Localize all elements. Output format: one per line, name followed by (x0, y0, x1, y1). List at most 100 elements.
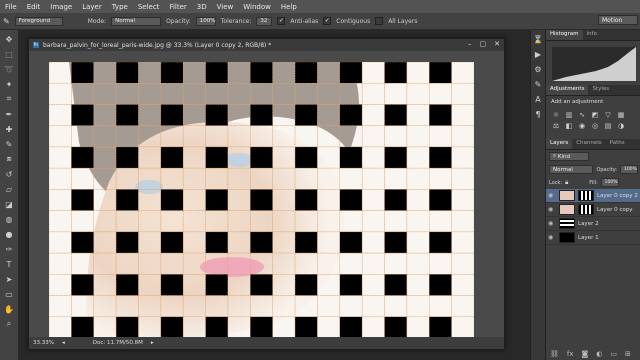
tolerance-input[interactable]: 32 (256, 16, 273, 26)
photo-filter-icon[interactable]: ◉ (577, 122, 587, 130)
menu-item[interactable]: Layer (77, 3, 107, 11)
lasso-tool-icon[interactable]: ➰ (3, 63, 15, 75)
dodge-tool-icon[interactable]: ● (3, 228, 15, 240)
pen-tool-icon[interactable]: ✑ (3, 243, 15, 255)
layer-row[interactable]: ◉ Layer 2 (546, 217, 640, 231)
antialias-checkbox[interactable]: ✓ (277, 17, 286, 25)
add-mask-icon[interactable]: ◙ (582, 350, 589, 358)
paragraph-panel-icon[interactable]: ¶ (532, 108, 544, 120)
minimize-icon[interactable]: – (468, 40, 472, 48)
exposure-icon[interactable]: ◩ (590, 111, 600, 119)
shape-tool-icon[interactable]: ▭ (3, 288, 15, 300)
mode-select[interactable]: Normal (111, 16, 162, 26)
zoom-readout[interactable]: 33.33% (33, 340, 54, 346)
layer-row[interactable]: ◉ Layer 1 (546, 231, 640, 245)
menu-item[interactable]: Filter (164, 3, 191, 11)
tab-paths[interactable]: Paths (606, 139, 629, 149)
new-adjustment-icon[interactable]: ◐ (596, 350, 602, 358)
crop-tool-icon[interactable]: ⌗ (3, 93, 15, 105)
light-tile (160, 82, 184, 105)
contiguous-checkbox[interactable]: ✓ (323, 17, 332, 25)
menu-item[interactable]: Type (107, 3, 133, 11)
paint-bucket-icon[interactable]: ◪ (3, 198, 15, 210)
menu-item[interactable]: Select (133, 3, 165, 11)
fill-input[interactable]: 100% (600, 178, 619, 187)
tool-preset-icon[interactable]: ✎ (3, 17, 10, 26)
eye-icon[interactable]: ◉ (548, 192, 556, 199)
status-arrow-icon[interactable]: ▸ (151, 340, 154, 346)
document-tab[interactable]: Ps barbara_palvin_for_loreal_paris-wide.… (29, 39, 504, 51)
tab-adjustments[interactable]: Adjustments (546, 85, 589, 95)
image-canvas[interactable] (49, 62, 474, 338)
light-tile (250, 252, 273, 275)
menu-item[interactable]: View (212, 3, 239, 11)
history-panel-icon[interactable]: ⌛ (532, 33, 544, 45)
menu-item[interactable]: Window (238, 3, 276, 11)
invert-icon[interactable]: ◑ (616, 122, 626, 130)
actions-panel-icon[interactable]: ▶ (532, 48, 544, 60)
menu-item[interactable]: Edit (22, 3, 46, 11)
workspace-select[interactable]: Motion (598, 15, 638, 25)
layer-row[interactable]: ◉ Layer 0 copy (546, 203, 640, 217)
properties-panel-icon[interactable]: ⚙ (532, 63, 544, 75)
fx-icon[interactable]: fx (567, 350, 574, 358)
black-tile (205, 62, 229, 84)
light-tile (49, 189, 72, 211)
hand-tool-icon[interactable]: ✋ (3, 303, 15, 315)
kind-filter-select[interactable]: ⌕ Kind (549, 152, 589, 161)
fill-source-select[interactable]: Foreground (14, 16, 63, 26)
new-layer-icon[interactable]: ⊞ (625, 350, 631, 358)
tab-channels[interactable]: Channels (572, 139, 605, 149)
tab-info[interactable]: Info (583, 30, 601, 40)
menu-item[interactable]: File (0, 3, 22, 11)
tab-layers[interactable]: Layers (546, 139, 573, 149)
character-panel-icon[interactable]: A (532, 93, 544, 105)
path-select-icon[interactable]: ➤ (3, 273, 15, 285)
vibrance-icon[interactable]: ▽ (603, 111, 613, 119)
healing-brush-icon[interactable]: ✚ (3, 123, 15, 135)
link-layers-icon[interactable]: ⛓ (550, 350, 559, 358)
brush-panel-icon[interactable]: ✎ (532, 78, 544, 90)
opacity-input[interactable]: 100% (195, 16, 216, 26)
layer-thumbnail (559, 204, 575, 215)
light-tile (451, 274, 474, 296)
lock-icon[interactable]: 🔒︎ (565, 179, 568, 187)
brush-tool-icon[interactable]: ✎ (3, 138, 15, 150)
curves-icon[interactable]: ∿ (577, 111, 587, 119)
layer-opacity-input[interactable]: 100% (620, 165, 638, 174)
hue-sat-icon[interactable]: ▦ (616, 111, 626, 119)
close-icon[interactable]: ✕ (494, 40, 500, 48)
eye-icon[interactable]: ◉ (548, 220, 556, 227)
menu-item[interactable]: 3D (192, 3, 212, 11)
light-tile (227, 62, 251, 84)
type-tool-icon[interactable]: T (3, 258, 15, 270)
blend-mode-select[interactable]: Normal (549, 165, 594, 174)
marquee-tool-icon[interactable]: ⬚ (3, 48, 15, 60)
levels-icon[interactable]: ▥ (564, 111, 574, 119)
blur-tool-icon[interactable]: ◍ (3, 213, 15, 225)
tab-histogram[interactable]: Histogram (546, 30, 583, 40)
light-tile (138, 189, 162, 211)
maximize-icon[interactable]: ▢ (480, 40, 487, 48)
menu-item[interactable]: Image (45, 3, 77, 11)
eraser-tool-icon[interactable]: ▱ (3, 183, 15, 195)
tab-styles[interactable]: Styles (588, 85, 613, 95)
black-white-icon[interactable]: ◧ (564, 122, 574, 130)
menu-item[interactable]: Help (276, 3, 302, 11)
channel-mixer-icon[interactable]: ◎ (590, 122, 600, 130)
all-layers-checkbox[interactable] (375, 17, 384, 25)
new-group-icon[interactable]: ▭ (610, 350, 617, 358)
eye-icon[interactable]: ◉ (548, 234, 556, 241)
color-lookup-icon[interactable]: ▤ (603, 122, 613, 130)
history-brush-icon[interactable]: ↺ (3, 168, 15, 180)
stamp-tool-icon[interactable]: ⧈ (3, 153, 15, 165)
eye-icon[interactable]: ◉ (548, 206, 556, 213)
move-tool-icon[interactable]: ✥ (3, 33, 15, 45)
zoom-tool-icon[interactable]: ⌕ (3, 318, 15, 330)
status-menu-icon[interactable]: ◂ (62, 340, 65, 346)
magic-wand-icon[interactable]: ✦ (3, 78, 15, 90)
color-balance-icon[interactable]: ⚖ (551, 122, 561, 130)
brightness-icon[interactable]: ☼ (551, 111, 561, 119)
eyedropper-tool-icon[interactable]: ✒ (3, 108, 15, 120)
layer-row[interactable]: ◉ Layer 0 copy 2 (546, 189, 640, 203)
